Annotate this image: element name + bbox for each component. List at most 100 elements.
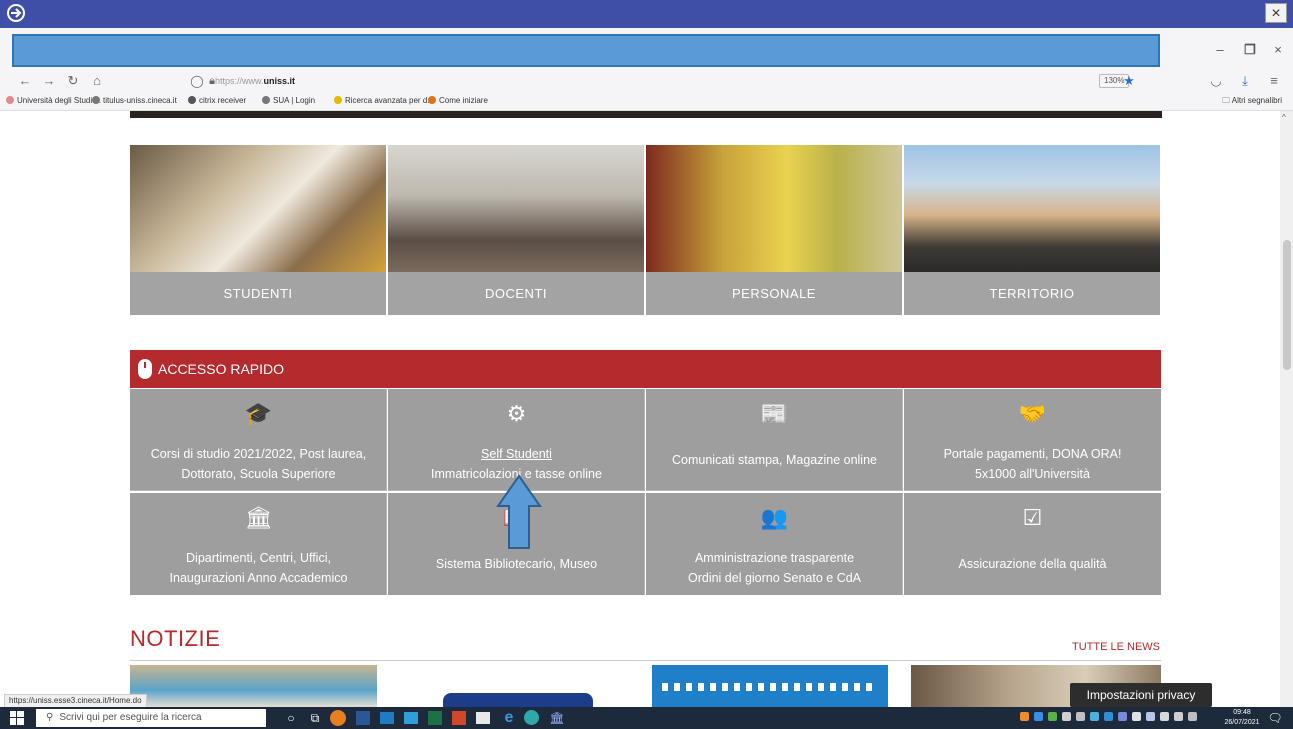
item-text: Corsi di studio 2021/2022, Post laurea, <box>150 447 367 461</box>
quick-access-header: ACCESSO RAPIDO <box>130 350 1161 388</box>
item-text: Sistema Bibliotecario, Museo <box>435 557 598 571</box>
app-icon[interactable] <box>404 712 418 724</box>
taskbar-search[interactable]: ⚲ Scrivi qui per eseguire la ricerca <box>36 709 266 727</box>
search-icon: ⚲ <box>46 712 54 723</box>
bookmark-item[interactable]: citrix receiver <box>188 95 246 107</box>
notifications-icon[interactable]: 🗨 <box>1266 709 1284 727</box>
tray-icon[interactable] <box>1034 712 1043 721</box>
powerpoint-icon[interactable] <box>452 711 466 725</box>
bookmark-item[interactable]: Come iniziare <box>428 95 488 107</box>
quick-access-item[interactable]: 📰 Comunicati stampa, Magazine online <box>646 389 903 491</box>
language-icon[interactable] <box>1174 712 1183 721</box>
gear-icon: ⚙ <box>506 401 527 426</box>
cortana-icon[interactable]: ○ <box>282 709 300 727</box>
edge-icon[interactable] <box>524 710 539 725</box>
bookmark-item[interactable]: Ricerca avanzata per d... <box>334 95 434 107</box>
handshake-icon: 🤝 <box>1018 401 1047 426</box>
restore-icon[interactable]: ❐ <box>1240 40 1260 60</box>
forward-icon[interactable]: → <box>40 72 58 90</box>
users-icon: 👥 <box>760 505 789 530</box>
volume-icon[interactable] <box>1188 712 1197 721</box>
windows-start-icon[interactable] <box>10 711 24 725</box>
bookmark-item[interactable]: Università degli Studi ... <box>6 95 101 107</box>
all-news-link[interactable]: TUTTE LE NEWS <box>1072 641 1160 653</box>
tray-icon[interactable] <box>1118 712 1127 721</box>
news-thumbnail[interactable] <box>130 665 377 707</box>
bookmark-label: titulus-uniss.cineca.it <box>103 96 177 105</box>
bookmark-label: citrix receiver <box>199 96 247 105</box>
internet-explorer-icon[interactable]: e <box>500 709 518 727</box>
tray-icon[interactable] <box>1062 712 1071 721</box>
bookmark-label: Ricerca avanzata per d... <box>345 96 434 105</box>
task-view-icon[interactable]: ⧉ <box>306 709 324 727</box>
folder-icon: 🗀 <box>1222 96 1232 105</box>
menu-icon[interactable]: ≡ <box>1265 72 1283 90</box>
quick-access-item[interactable]: 🎓 Corsi di studio 2021/2022, Post laurea,… <box>130 389 387 491</box>
redacted-tab-area[interactable] <box>12 34 1160 67</box>
pocket-icon[interactable]: ◡ <box>1207 72 1225 90</box>
checkbox-icon: ☑ <box>1022 505 1043 530</box>
store-icon[interactable] <box>476 712 490 724</box>
tile-docenti[interactable]: DOCENTI <box>388 145 644 315</box>
quick-access-item[interactable]: ☑ Assicurazione della qualità <box>904 493 1161 595</box>
tile-studenti[interactable]: STUDENTI <box>130 145 386 315</box>
bookmark-label: Università degli Studi ... <box>17 96 102 105</box>
teachers-photo <box>388 145 644 272</box>
bookmark-favicon-icon <box>6 96 14 104</box>
back-icon[interactable]: ← <box>16 72 34 90</box>
tray-icon[interactable] <box>1090 712 1099 721</box>
bookmark-favicon-icon <box>92 96 100 104</box>
tray-icon[interactable] <box>1132 712 1141 721</box>
scrollbar[interactable] <box>1280 111 1293 707</box>
newspaper-icon: 📰 <box>760 401 789 426</box>
window-close-icon[interactable]: × <box>1268 40 1288 60</box>
tile-label: DOCENTI <box>388 272 644 315</box>
bookmark-item[interactable]: SUA | Login <box>262 95 315 107</box>
quick-access-title: ACCESSO RAPIDO <box>158 361 285 377</box>
item-text: Inaugurazioni Anno Accademico <box>169 571 348 585</box>
quick-access-item[interactable]: 👥 Amministrazione trasparente Ordini del g… <box>646 493 903 595</box>
home-icon[interactable]: ⌂ <box>88 72 106 90</box>
network-icon[interactable] <box>1160 712 1169 721</box>
mail-icon[interactable] <box>380 712 394 724</box>
taskbar-clock[interactable]: 09:48 26/07/2021 <box>1222 708 1262 728</box>
bookmark-favicon-icon <box>334 96 342 104</box>
excel-icon[interactable] <box>428 711 442 725</box>
bookmark-favicon-icon <box>188 96 196 104</box>
staff-photo <box>646 145 902 272</box>
quick-access-item[interactable]: 🏛 Dipartimenti, Centri, Uffici, Inaugurazi… <box>130 493 387 595</box>
tray-icon[interactable] <box>1104 712 1113 721</box>
tile-territorio[interactable]: TERRITORIO <box>904 145 1160 315</box>
reload-icon[interactable]: ↻ <box>64 72 82 90</box>
tile-personale[interactable]: PERSONALE <box>646 145 902 315</box>
news-thumbnail[interactable] <box>652 665 888 707</box>
news-thumbnail[interactable] <box>388 665 635 707</box>
tile-label: PERSONALE <box>646 272 902 315</box>
tile-label: STUDENTI <box>130 272 386 315</box>
mouse-icon <box>138 359 152 379</box>
close-button[interactable]: × <box>1265 3 1287 23</box>
tray-icon[interactable] <box>1048 712 1057 721</box>
bookmark-favicon-icon <box>262 96 270 104</box>
bookmark-star-icon[interactable]: ★ <box>1120 72 1138 90</box>
privacy-settings-button[interactable]: Impostazioni privacy <box>1070 683 1212 707</box>
scrollbar-thumb[interactable] <box>1283 240 1291 370</box>
tray-icon[interactable] <box>1076 712 1085 721</box>
item-text: Amministrazione trasparente <box>694 551 855 565</box>
self-studenti-link[interactable]: Self Studenti <box>388 445 645 463</box>
download-icon[interactable]: ⤓ <box>1236 72 1254 90</box>
other-bookmarks[interactable]: 🗀 Altri segnalibri <box>1222 95 1282 107</box>
minimize-icon[interactable]: – <box>1210 40 1230 60</box>
sign-in-icon[interactable] <box>6 3 26 23</box>
quick-access-item[interactable]: 🤝 Portale pagamenti, DONA ORA! 5x1000 all'… <box>904 389 1161 491</box>
scroll-up-icon[interactable]: ^ <box>1282 113 1286 122</box>
url-bar[interactable]: https://www.uniss.it <box>215 74 295 88</box>
item-text: Portale pagamenti, DONA ORA! <box>943 447 1122 461</box>
institution-icon[interactable]: 🏛 <box>548 709 566 727</box>
tray-icon[interactable] <box>1020 712 1029 721</box>
status-url: https://uniss.esse3.cineca.it/Home.do <box>4 694 147 708</box>
word-icon[interactable] <box>356 711 370 725</box>
tray-icon[interactable] <box>1146 712 1155 721</box>
bookmark-item[interactable]: titulus-uniss.cineca.it <box>92 95 177 107</box>
firefox-icon[interactable] <box>330 710 346 726</box>
